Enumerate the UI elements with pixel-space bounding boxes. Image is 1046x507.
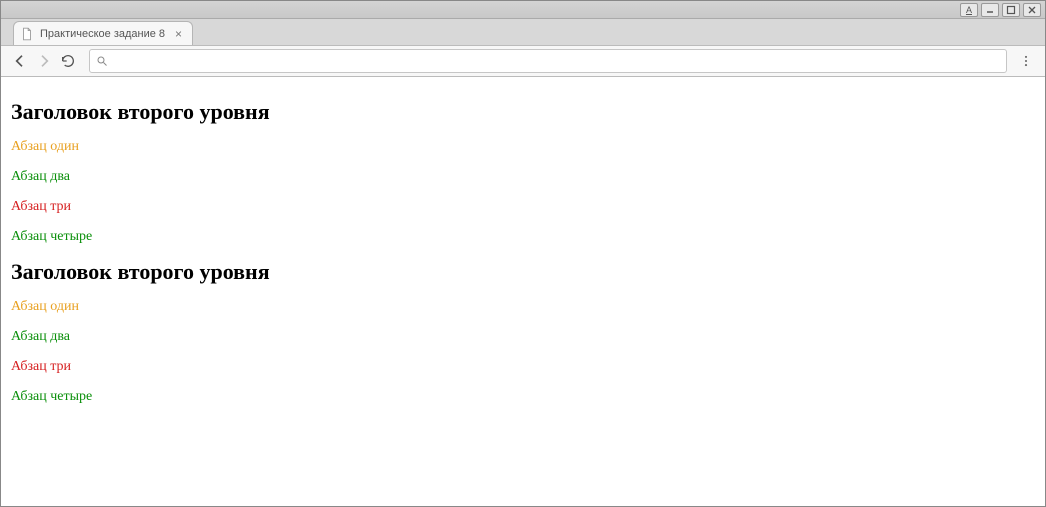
window-language-button[interactable]: A — [960, 3, 978, 17]
address-bar[interactable] — [89, 49, 1007, 73]
window-maximize-button[interactable] — [1002, 3, 1020, 17]
window-titlebar: A — [1, 1, 1045, 19]
window-close-button[interactable] — [1023, 3, 1041, 17]
back-button[interactable] — [9, 50, 31, 72]
tab-title: Практическое задание 8 — [40, 28, 165, 40]
tab-close-icon[interactable]: × — [175, 27, 182, 41]
paragraph: Абзац два — [11, 169, 1035, 185]
browser-toolbar — [1, 45, 1045, 77]
reload-button[interactable] — [57, 50, 79, 72]
browser-tab[interactable]: Практическое задание 8 × — [13, 21, 193, 45]
file-icon — [20, 27, 34, 41]
forward-button[interactable] — [33, 50, 55, 72]
browser-chrome: Практическое задание 8 × — [1, 19, 1045, 77]
paragraph: Абзац четыре — [11, 229, 1035, 245]
paragraph: Абзац три — [11, 359, 1035, 375]
heading-level-2: Заголовок второго уровня — [11, 259, 1035, 285]
paragraph: Абзац один — [11, 299, 1035, 315]
address-input[interactable] — [112, 51, 1000, 71]
browser-menu-button[interactable] — [1015, 50, 1037, 72]
search-icon — [96, 55, 108, 67]
paragraph: Абзац два — [11, 329, 1035, 345]
page-content: Заголовок второго уровня Абзац один Абза… — [1, 77, 1045, 431]
window-minimize-button[interactable] — [981, 3, 999, 17]
tab-strip: Практическое задание 8 × — [1, 19, 1045, 45]
paragraph: Абзац четыре — [11, 389, 1035, 405]
paragraph: Абзац три — [11, 199, 1035, 215]
paragraph: Абзац один — [11, 139, 1035, 155]
heading-level-2: Заголовок второго уровня — [11, 99, 1035, 125]
